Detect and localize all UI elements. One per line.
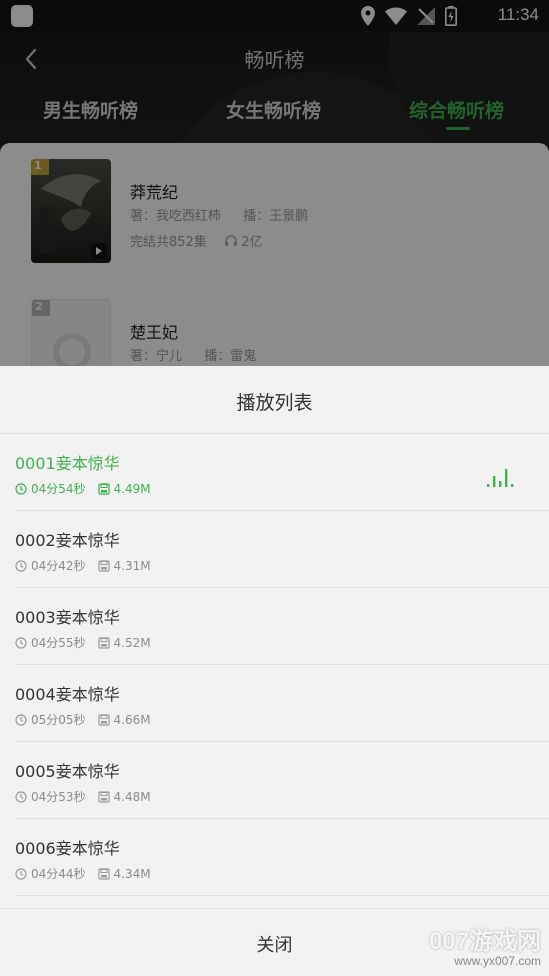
site-watermark: 007游戏网 www.yx007.com: [429, 921, 541, 968]
track-info: 04分55秒 4.52M: [15, 634, 151, 651]
track-info: 04分53秒 4.48M: [15, 788, 151, 805]
track-size: 4.52M: [113, 635, 151, 650]
track-size: 4.48M: [113, 789, 151, 804]
watermark-brand: 007游戏网: [428, 928, 541, 955]
track-duration: 04分53秒: [31, 790, 86, 804]
playlist-sheet: 播放列表 0001妾本惊华 04分54秒 4.49M 0002妾本惊华 04分42秒 4.…: [0, 366, 549, 976]
track-name: 0006妾本惊华: [15, 839, 120, 858]
watermark-url: www.yx007.com: [454, 954, 541, 968]
track-name: 0001妾本惊华: [15, 454, 120, 473]
playlist-track-item[interactable]: 0001妾本惊华 04分54秒 4.49M: [0, 434, 549, 511]
track-size: 4.34M: [113, 866, 151, 881]
file-size-icon: [97, 559, 110, 572]
playlist-track-item[interactable]: 0002妾本惊华 04分42秒 4.31M: [0, 511, 549, 588]
clock-icon: [15, 636, 27, 649]
track-duration: 04分44秒: [31, 867, 86, 881]
playlist-title: 播放列表: [236, 392, 313, 414]
file-size-icon: [97, 636, 110, 649]
track-name: 0005妾本惊华: [15, 762, 120, 781]
track-size: 4.49M: [113, 481, 151, 496]
file-size-icon: [97, 790, 110, 803]
playlist-track-item[interactable]: 0006妾本惊华 04分44秒 4.34M: [0, 819, 549, 896]
divider: [15, 895, 549, 896]
file-size-icon: [97, 482, 110, 495]
playlist-track-item[interactable]: 0003妾本惊华 04分55秒 4.52M: [0, 588, 549, 665]
file-size-icon: [97, 867, 110, 880]
clock-icon: [15, 559, 27, 572]
track-name: 0004妾本惊华: [15, 685, 120, 704]
track-name: 0003妾本惊华: [15, 608, 120, 627]
track-duration: 04分42秒: [31, 559, 86, 573]
track-size: 4.66M: [113, 712, 151, 727]
file-size-icon: [97, 713, 110, 726]
now-playing-equalizer-icon: [487, 469, 514, 487]
clock-icon: [15, 790, 27, 803]
track-duration: 04分55秒: [31, 636, 86, 650]
playlist-track-item[interactable]: 0005妾本惊华 04分53秒 4.48M: [0, 742, 549, 819]
track-duration: 04分54秒: [31, 482, 86, 496]
track-info: 04分42秒 4.31M: [15, 557, 151, 574]
playlist-track-item[interactable]: 0004妾本惊华 05分05秒 4.66M: [0, 665, 549, 742]
clock-icon: [15, 713, 27, 726]
clock-icon: [15, 867, 27, 880]
track-size: 4.31M: [113, 558, 151, 573]
clock-icon: [15, 482, 27, 495]
track-info: 05分05秒 4.66M: [15, 711, 151, 728]
track-duration: 05分05秒: [31, 713, 86, 727]
track-info: 04分54秒 4.49M: [15, 480, 151, 497]
track-info: 04分44秒 4.34M: [15, 865, 151, 882]
track-name: 0002妾本惊华: [15, 531, 120, 550]
